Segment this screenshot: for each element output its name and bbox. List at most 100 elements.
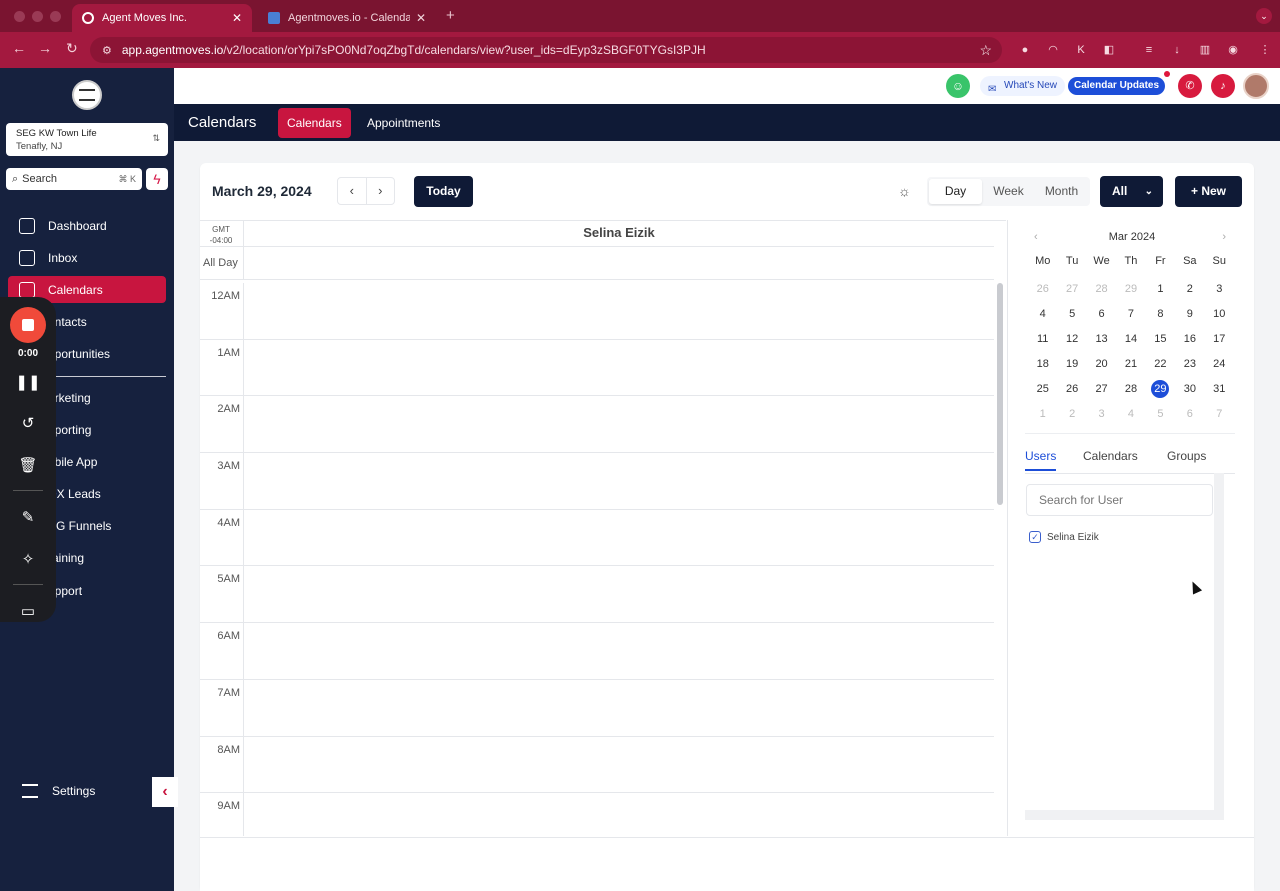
user-search-input[interactable] xyxy=(1026,484,1213,516)
draw-pen-icon[interactable]: ✎ xyxy=(0,508,56,526)
extension-drop-icon[interactable]: ● xyxy=(1018,43,1032,57)
mini-calendar-day[interactable]: 6 xyxy=(1175,404,1204,425)
close-tab-icon[interactable]: ✕ xyxy=(232,11,242,25)
reading-list-icon[interactable]: ≡ xyxy=(1142,43,1156,57)
hour-slot[interactable]: 3AM xyxy=(200,453,994,510)
prev-day-button[interactable]: ‹ xyxy=(338,178,367,204)
hour-slot[interactable]: 5AM xyxy=(200,566,994,624)
phone-icon[interactable]: ✆ xyxy=(1178,74,1202,98)
tab-calendars[interactable]: Calendars xyxy=(278,108,351,138)
mini-calendar-day[interactable]: 9 xyxy=(1175,304,1204,325)
mini-calendar-day[interactable]: 25 xyxy=(1028,379,1057,400)
mini-calendar-day[interactable]: 19 xyxy=(1057,354,1086,375)
grid-scrollbar[interactable] xyxy=(997,283,1003,505)
company-logo[interactable] xyxy=(72,80,102,110)
tab-search-icon[interactable]: ⌄ xyxy=(1256,8,1272,24)
tab-users[interactable]: Users xyxy=(1025,449,1057,471)
mini-calendar-day[interactable]: 16 xyxy=(1175,329,1204,350)
mini-calendar-day[interactable]: 22 xyxy=(1146,354,1175,375)
back-arrow-icon[interactable]: ← xyxy=(12,40,26,56)
restart-icon[interactable]: ↺ xyxy=(0,414,56,432)
sidebar-search[interactable]: ⌕ Search ⌘ K xyxy=(6,168,142,190)
mini-calendar-day[interactable]: 26 xyxy=(1057,379,1086,400)
hour-slot[interactable]: 12AM xyxy=(200,283,994,340)
tab-appointments[interactable]: Appointments xyxy=(358,108,449,138)
mini-calendar-selected-day[interactable]: 29 xyxy=(1146,379,1175,400)
mini-calendar-day[interactable]: 24 xyxy=(1205,354,1234,375)
mini-calendar-day[interactable]: 5 xyxy=(1057,304,1086,325)
view-month-button[interactable]: Month xyxy=(1035,179,1088,204)
today-button[interactable]: Today xyxy=(414,176,473,207)
mini-calendar-day[interactable]: 6 xyxy=(1087,304,1116,325)
mini-calendar-day[interactable]: 13 xyxy=(1087,329,1116,350)
mini-calendar-day[interactable]: 12 xyxy=(1057,329,1086,350)
filter-all-dropdown[interactable]: All ⌄ xyxy=(1100,176,1163,207)
hour-slot[interactable]: 9AM xyxy=(200,793,994,836)
sidebar-item-0[interactable]: Dashboard xyxy=(8,212,166,239)
pause-icon[interactable]: ❚❚ xyxy=(0,373,56,391)
checkbox-checked-icon[interactable]: ✓ xyxy=(1029,531,1041,543)
browser-menu-icon[interactable]: ⋮ xyxy=(1258,43,1272,57)
assistant-bot-icon[interactable]: ☺ xyxy=(946,74,970,98)
mini-calendar-day[interactable]: 27 xyxy=(1057,279,1086,300)
view-week-button[interactable]: Week xyxy=(982,179,1035,204)
sidebar-item-settings[interactable]: Settings xyxy=(22,784,95,798)
avatar[interactable] xyxy=(1243,73,1269,99)
mini-calendar-day[interactable]: 28 xyxy=(1087,279,1116,300)
whats-new-button[interactable]: ✉ What's New xyxy=(980,76,1066,96)
window-minimize-dot[interactable] xyxy=(32,11,43,22)
mini-calendar-day[interactable]: 27 xyxy=(1087,379,1116,400)
window-zoom-dot[interactable] xyxy=(50,11,61,22)
stop-recording-button[interactable] xyxy=(10,307,46,343)
user-checkbox-row[interactable]: ✓ Selina Eizik xyxy=(1029,531,1099,543)
mini-calendar-day[interactable]: 21 xyxy=(1116,354,1145,375)
mini-calendar-day[interactable]: 4 xyxy=(1028,304,1057,325)
side-panel-icon[interactable]: ▥ xyxy=(1198,43,1212,57)
mini-calendar-day[interactable]: 4 xyxy=(1116,404,1145,425)
mini-calendar-day[interactable]: 10 xyxy=(1205,304,1234,325)
lightbulb-icon[interactable]: ☼ xyxy=(898,183,911,199)
view-day-button[interactable]: Day xyxy=(929,179,982,204)
next-month-icon[interactable]: › xyxy=(1222,231,1226,243)
mini-calendar-day[interactable]: 20 xyxy=(1087,354,1116,375)
reload-icon[interactable]: ↻ xyxy=(66,40,78,57)
quick-actions-bolt-icon[interactable]: ϟ xyxy=(146,168,168,190)
location-switcher[interactable]: SEG KW Town Life Tenafly, NJ ⇅ xyxy=(6,123,168,156)
new-tab-icon[interactable]: + xyxy=(446,7,455,24)
mini-calendar-day[interactable]: 3 xyxy=(1205,279,1234,300)
mini-calendar-day[interactable]: 3 xyxy=(1087,404,1116,425)
mini-calendar-day[interactable]: 26 xyxy=(1028,279,1057,300)
browser-tab-agent-moves[interactable]: Agent Moves Inc. ✕ xyxy=(72,4,252,32)
extension-k-icon[interactable]: K xyxy=(1074,43,1088,57)
url-field[interactable]: ⚙ app.agentmoves.io/v2/location/orYpi7sP… xyxy=(90,37,1002,63)
new-button[interactable]: + New xyxy=(1175,176,1242,207)
forward-arrow-icon[interactable]: → xyxy=(38,40,52,56)
browser-tab-calendar[interactable]: Agentmoves.io - Calendar - F ✕ xyxy=(258,4,436,32)
hour-slot[interactable]: 2AM xyxy=(200,396,994,454)
mini-calendar-day[interactable]: 23 xyxy=(1175,354,1204,375)
hour-slot[interactable]: 1AM xyxy=(200,339,994,397)
mini-calendar-day[interactable]: 2 xyxy=(1175,279,1204,300)
tab-panel-calendars[interactable]: Calendars xyxy=(1083,449,1138,463)
mini-calendar-day[interactable]: 28 xyxy=(1116,379,1145,400)
mini-calendar-day[interactable]: 8 xyxy=(1146,304,1175,325)
mini-calendar-day[interactable]: 1 xyxy=(1028,404,1057,425)
next-day-button[interactable]: › xyxy=(367,178,395,204)
mini-calendar-day[interactable]: 11 xyxy=(1028,329,1057,350)
site-settings-icon[interactable]: ⚙ xyxy=(102,44,112,57)
mini-calendar-day[interactable]: 1 xyxy=(1146,279,1175,300)
mini-calendar-day[interactable]: 7 xyxy=(1116,304,1145,325)
calendar-updates-badge[interactable]: Calendar Updates xyxy=(1068,77,1166,95)
camera-icon[interactable]: ▭ xyxy=(0,602,56,620)
mini-calendar-day[interactable]: 17 xyxy=(1205,329,1234,350)
sidebar-item-1[interactable]: Inbox xyxy=(8,244,166,271)
extensions-puzzle-icon[interactable]: ◧ xyxy=(1102,43,1116,57)
bookmark-star-icon[interactable]: ☆ xyxy=(979,42,992,59)
window-close-dot[interactable] xyxy=(14,11,25,22)
hour-slot[interactable]: 4AM xyxy=(200,509,994,567)
extension-arc-icon[interactable]: ◠ xyxy=(1046,43,1060,57)
hour-slot[interactable]: 7AM xyxy=(200,679,994,737)
hour-slot[interactable]: 6AM xyxy=(200,623,994,680)
close-tab-icon[interactable]: ✕ xyxy=(416,11,426,25)
mini-calendar-day[interactable]: 18 xyxy=(1028,354,1057,375)
